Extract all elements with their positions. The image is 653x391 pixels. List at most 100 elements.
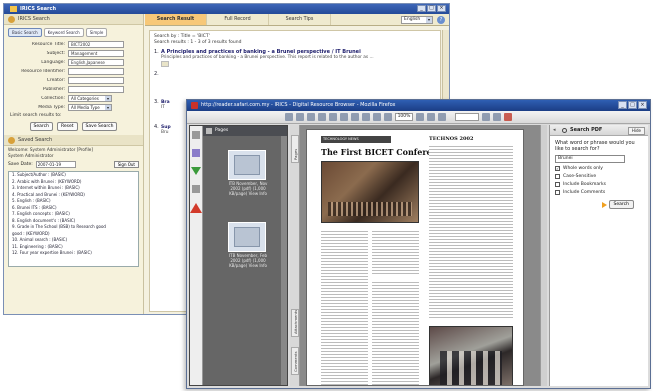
select-text-icon[interactable] bbox=[329, 113, 337, 121]
maximize-button[interactable]: □ bbox=[427, 5, 436, 12]
print-icon[interactable] bbox=[296, 113, 304, 121]
field-row-media: Media Type: All Media Type ▾ bbox=[4, 103, 143, 111]
pdf-window-titlebar[interactable]: http://reader.safari.com.my - IRICS - Di… bbox=[187, 100, 650, 111]
conference-photo bbox=[321, 161, 419, 223]
help-icon[interactable]: ? bbox=[437, 16, 445, 24]
snapshot-icon[interactable] bbox=[340, 113, 348, 121]
checkbox[interactable] bbox=[555, 181, 560, 187]
field-row-creator: Creator: bbox=[4, 76, 143, 84]
result-number: 3. bbox=[154, 99, 159, 105]
search-icon[interactable] bbox=[438, 113, 446, 121]
pdf-window-title: http://reader.safari.com.my - IRICS - Di… bbox=[201, 102, 396, 108]
page-thumbnail[interactable]: ITB November, Nov 2002 (pdf) (1,000 KB/p… bbox=[228, 150, 268, 196]
reset-button[interactable]: Reset bbox=[56, 122, 78, 131]
layers-icon[interactable] bbox=[192, 185, 200, 193]
tab-search-tips[interactable]: Search Tips bbox=[269, 14, 331, 25]
pages-panel-header: Pages bbox=[203, 126, 287, 136]
arrow-down-icon[interactable] bbox=[191, 167, 201, 175]
save-search-button[interactable]: Save Search bbox=[81, 122, 118, 131]
highlight-icon[interactable] bbox=[482, 113, 490, 121]
field-row-identifier: Resource Identifier: bbox=[4, 67, 143, 75]
thumbnail-caption: ITB November, Feb 2002 (pdf) (1,000 KB/p… bbox=[228, 253, 268, 268]
pages-tab-icon[interactable] bbox=[192, 131, 200, 139]
field-row-language: Language: English,Japanese bbox=[4, 58, 143, 66]
search-query-input[interactable]: Brunei bbox=[555, 155, 625, 163]
result-number: 1. bbox=[154, 49, 159, 55]
hide-button[interactable]: Hide bbox=[627, 127, 645, 135]
close-button[interactable]: × bbox=[638, 101, 647, 109]
text-column bbox=[321, 229, 368, 385]
zoom-in-icon[interactable] bbox=[351, 113, 359, 121]
collection-select[interactable]: All Categories ▾ bbox=[68, 94, 112, 102]
result-thumbnail[interactable] bbox=[161, 61, 169, 67]
zoom-level[interactable]: 100% bbox=[395, 113, 413, 121]
save-date-input[interactable]: 2007-01-19 bbox=[35, 161, 76, 168]
result-item[interactable]: 1. A Principles and practices of banking … bbox=[154, 49, 436, 67]
fit-page-icon[interactable] bbox=[362, 113, 370, 121]
simple-search-button[interactable]: Simple bbox=[85, 28, 108, 37]
language-input[interactable]: English,Japanese bbox=[68, 58, 124, 66]
pen-icon[interactable] bbox=[192, 149, 200, 157]
close-button[interactable]: × bbox=[437, 5, 446, 12]
rotate-icon[interactable] bbox=[416, 113, 424, 121]
sign-out-button[interactable]: Sign Out bbox=[113, 161, 139, 168]
saved-search-icon bbox=[8, 137, 15, 144]
acrobat-icon[interactable] bbox=[504, 113, 512, 121]
maximize-button[interactable]: □ bbox=[628, 101, 637, 109]
search-button[interactable]: Search bbox=[29, 122, 53, 131]
masthead-text: TECHNOLOGY NEWS bbox=[323, 137, 359, 141]
minimize-button[interactable]: _ bbox=[417, 5, 426, 12]
sign-icon[interactable] bbox=[493, 113, 501, 121]
checkbox[interactable] bbox=[555, 173, 560, 179]
search-window-title: IRICS Search bbox=[20, 6, 57, 12]
back-arrow-icon[interactable]: ◂ bbox=[553, 128, 556, 133]
resource-identifier-input[interactable] bbox=[68, 67, 124, 75]
tab-full-record[interactable]: Full Record bbox=[207, 14, 269, 25]
pdf-search-button[interactable]: Search bbox=[608, 200, 634, 209]
tab-comments[interactable]: Comments bbox=[291, 347, 299, 375]
result-item[interactable]: 2. bbox=[154, 71, 436, 77]
next-page-icon[interactable] bbox=[384, 113, 392, 121]
pdf-page[interactable]: TECHNOLOGY NEWS The First BICET Conferen… bbox=[306, 129, 524, 386]
subject-input[interactable]: Management bbox=[68, 49, 124, 57]
option-whole-words[interactable]: ✓ Whole words only bbox=[550, 164, 648, 172]
minimize-button[interactable]: _ bbox=[618, 101, 627, 109]
search-window-titlebar[interactable]: IRICS Search bbox=[4, 4, 449, 14]
option-label: Whole words only bbox=[563, 165, 603, 171]
creator-input[interactable] bbox=[68, 76, 124, 84]
tab-attachments[interactable]: Attachments bbox=[291, 309, 299, 337]
checkbox-checked[interactable]: ✓ bbox=[555, 165, 560, 171]
option-include-comments[interactable]: Include Comments bbox=[550, 188, 648, 196]
resource-title-input[interactable]: BICT2002 bbox=[68, 40, 124, 48]
document-scrollbar[interactable] bbox=[540, 125, 547, 386]
hand-tool-icon[interactable] bbox=[318, 113, 326, 121]
saved-search-heading: Saved Search bbox=[18, 137, 53, 143]
checkbox[interactable] bbox=[555, 189, 560, 195]
pages-panel: Pages ITB November, Nov 2002 (pdf) (1,00… bbox=[189, 125, 288, 386]
basic-search-button[interactable]: Basic Search bbox=[8, 28, 42, 37]
saved-search-list[interactable]: 1. Subject/Author : (BASIC) 2. Arabic wi… bbox=[8, 171, 139, 267]
email-icon[interactable] bbox=[307, 113, 315, 121]
page-masthead: TECHNOLOGY NEWS bbox=[321, 136, 391, 143]
save-icon[interactable] bbox=[285, 113, 293, 121]
search-form-panel: IRICS Search Basic Search Keyword Search… bbox=[4, 14, 144, 314]
collection-value: All Categories bbox=[71, 95, 99, 101]
warning-icon[interactable] bbox=[190, 203, 202, 213]
list-item[interactable]: 12. Four year expertise Brunei : (BASIC) bbox=[9, 250, 138, 257]
page-thumbnail[interactable]: ITB November, Feb 2002 (pdf) (1,000 KB/p… bbox=[228, 222, 268, 268]
previous-page-icon[interactable] bbox=[373, 113, 381, 121]
pages-icon bbox=[206, 128, 212, 134]
thumbnail-image bbox=[228, 222, 266, 252]
find-input[interactable] bbox=[455, 113, 479, 121]
language-select[interactable]: English ▾ bbox=[401, 16, 433, 24]
pages-scrollbar[interactable] bbox=[281, 136, 287, 385]
media-type-select[interactable]: All Media Type ▾ bbox=[68, 103, 112, 111]
tab-search-result[interactable]: Search Result bbox=[145, 14, 207, 25]
option-include-bookmarks[interactable]: Include Bookmarks bbox=[550, 180, 648, 188]
fit-width-icon[interactable] bbox=[427, 113, 435, 121]
publisher-input[interactable] bbox=[68, 85, 124, 93]
tab-pages[interactable]: Pages bbox=[291, 135, 299, 163]
keyword-search-button[interactable]: Keyword Search bbox=[43, 28, 84, 37]
option-case-sensitive[interactable]: Case-Sensitive bbox=[550, 172, 648, 180]
basic-search-header: IRICS Search bbox=[4, 14, 143, 25]
